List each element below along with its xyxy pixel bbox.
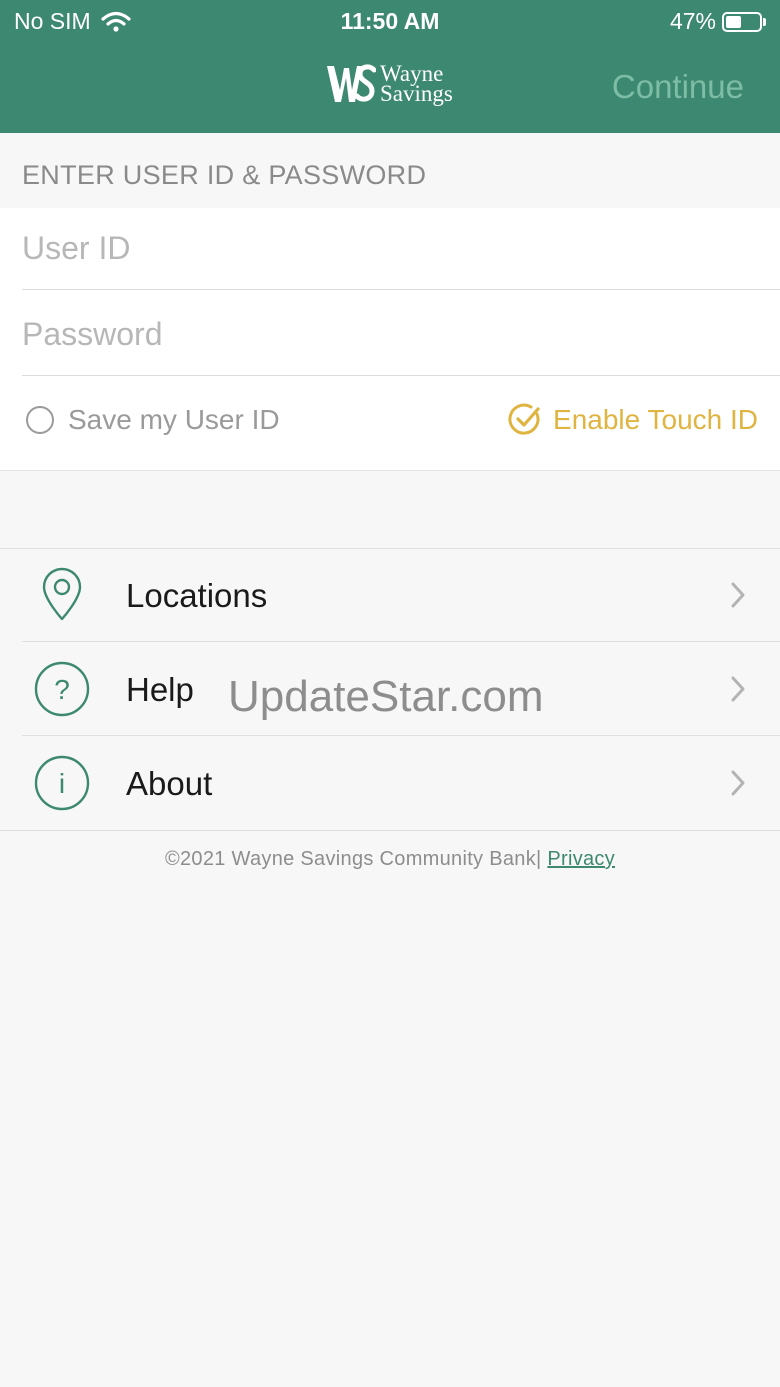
logo-line-savings: Savings [380, 81, 453, 106]
footer: ©2021 Wayne Savings Community Bank| Priv… [0, 848, 780, 871]
save-user-id-label: Save my User ID [68, 404, 280, 435]
logo-wordmark: Wayne Savings [380, 62, 453, 106]
menu-item-label: About [126, 765, 213, 802]
privacy-link[interactable]: Privacy [547, 848, 615, 870]
save-user-id-toggle[interactable]: Save my User ID [26, 404, 280, 436]
user-id-field[interactable] [22, 208, 780, 290]
svg-text:?: ? [54, 674, 70, 705]
battery-icon [722, 11, 762, 32]
menu-item-about[interactable]: i About [0, 737, 780, 830]
location-pin-icon [42, 567, 82, 621]
enable-touch-id-toggle[interactable]: Enable Touch ID [507, 402, 758, 438]
battery-tip [763, 17, 766, 26]
menu-item-label: Help [126, 671, 194, 708]
clock: 11:50 AM [340, 8, 440, 34]
chevron-right-icon [731, 582, 745, 608]
password-input[interactable] [22, 294, 780, 375]
password-field[interactable] [22, 294, 780, 376]
wayne-savings-logo: Wayne Savings [324, 62, 453, 106]
menu-item-label: Locations [126, 577, 268, 614]
menu-list: Locations ? Help i About [0, 548, 780, 831]
menu-item-locations[interactable]: Locations [0, 549, 780, 642]
chevron-right-icon [731, 676, 745, 702]
battery-fill [726, 15, 741, 28]
login-section-title: ENTER USER ID & PASSWORD [22, 160, 427, 190]
status-bar: No SIM 11:50 AM 47% [0, 0, 780, 44]
ws-monogram-icon [327, 64, 376, 102]
battery-percent: 47% [669, 8, 716, 34]
checkmark-circle-icon[interactable] [507, 402, 543, 438]
app-header: No SIM 11:50 AM 47% Wayne Savings Contin… [0, 0, 780, 133]
continue-button[interactable]: Continue [612, 68, 744, 106]
question-circle-icon: ? [34, 661, 90, 717]
login-panel: Save my User ID Enable Touch ID [0, 208, 780, 471]
svg-text:i: i [59, 768, 65, 799]
battery-status: 47% [670, 8, 766, 35]
menu-divider [22, 641, 780, 642]
save-user-id-radio[interactable] [26, 406, 54, 434]
menu-item-help[interactable]: ? Help [0, 643, 780, 736]
user-id-input[interactable] [22, 208, 780, 289]
chevron-right-icon [731, 770, 745, 796]
enable-touch-id-label: Enable Touch ID [553, 404, 758, 435]
info-circle-icon: i [34, 755, 90, 811]
menu-divider [22, 735, 780, 736]
copyright-text: ©2021 Wayne Savings Community Bank| [164, 848, 548, 870]
